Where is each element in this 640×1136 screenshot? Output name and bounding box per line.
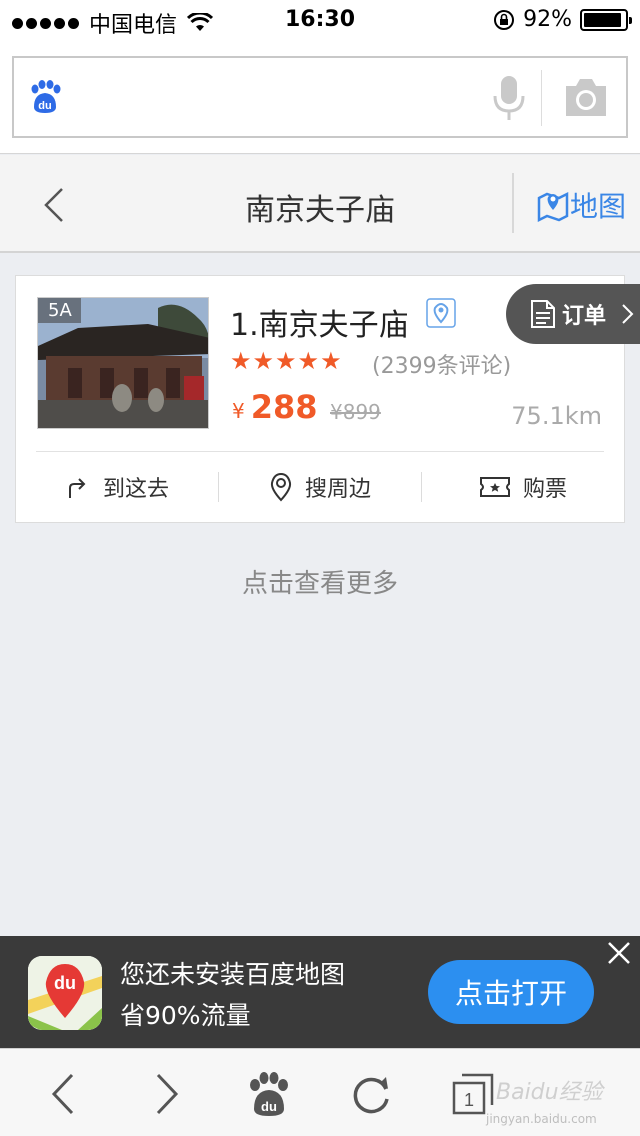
go-here-button[interactable]: 到这去 [16,452,218,522]
buy-ticket-button[interactable]: 购票 [422,452,624,522]
star-icon: ★ [275,347,297,375]
search-input[interactable] [74,76,474,118]
route-arrow-icon [68,478,86,498]
order-tab[interactable]: 订单 [506,284,640,344]
baidu-jingyan-watermark: Baidu经验 [496,1080,603,1105]
price-currency: ¥ [232,399,245,423]
app-icon-text: du [54,973,76,993]
baidu-home-icon[interactable]: du [246,1071,292,1117]
microphone-icon[interactable] [492,74,526,122]
search-divider [541,70,542,126]
title-divider [512,173,514,233]
battery-icon [580,8,632,31]
chevron-right-icon [622,304,634,324]
document-icon [531,300,555,328]
star-icon: ★ [297,347,320,375]
watermark-url: jingyan.baidu.com [486,1112,597,1126]
search-box[interactable]: du [12,56,628,138]
nav-forward-icon[interactable] [142,1071,188,1117]
banner-line2: 省90%流量 [120,1001,251,1030]
poi-actions: 到这去 搜周边 购票 [16,452,624,522]
svg-text:du: du [38,100,51,112]
map-label: 地图 [570,190,627,223]
banner-text: 您还未安装百度地图 省90%流量 [120,954,345,1036]
location-pin-icon [270,472,292,502]
battery-percent: 92% [523,7,572,32]
star-icon: ★ [320,347,342,375]
baidu-map-app-icon[interactable]: du [28,956,102,1030]
location-verified-icon [426,298,456,328]
refresh-icon[interactable] [348,1071,394,1117]
title-bar: 南京夫子庙 地图 [0,155,640,253]
search-nearby-label: 搜周边 [304,477,371,502]
baidu-paw-icon: du [31,80,61,113]
install-app-banner: du 您还未安装百度地图 省90%流量 点击打开 [0,936,640,1048]
order-label: 订单 [562,304,607,329]
star-icon: ★ [252,347,275,375]
rotation-lock-icon [494,9,515,30]
scenic-level-tag: 5A [38,298,81,323]
poi-thumbnail[interactable]: 5A [37,297,209,429]
review-count[interactable]: (2399条评论) [372,348,511,380]
status-bar: 中国电信 16:30 92% [0,0,640,40]
poi-name[interactable]: 1.南京夫子庙 [230,300,409,344]
open-app-button[interactable]: 点击打开 [428,960,594,1024]
price-value: 288 [250,388,318,426]
go-here-label: 到这去 [102,477,169,502]
close-banner-icon[interactable] [606,940,632,966]
tabs-count: 1 [464,1090,474,1110]
tabs-icon[interactable]: 1 [450,1071,496,1117]
search-nearby-button[interactable]: 搜周边 [219,452,421,522]
star-icon: ★ [230,347,252,375]
battery-fill [584,12,621,27]
svg-text:du: du [261,1099,277,1114]
distance: 75.1km [511,402,602,430]
nav-back-icon[interactable] [42,1071,88,1117]
price: ¥288 [232,388,318,426]
camera-icon[interactable] [564,76,608,118]
buy-ticket-label: 购票 [522,477,567,502]
rating-stars: ★ ★ ★ ★ ★ [230,347,342,375]
original-price: ¥899 [330,400,381,424]
map-app-logo-icon: du [28,956,102,1030]
status-right: 92% [493,7,632,32]
banner-line1: 您还未安装百度地图 [120,960,346,989]
ticket-icon [479,477,510,497]
load-more-link[interactable]: 点击查看更多 [0,563,640,600]
map-pin-icon [537,191,569,222]
map-button[interactable]: 地图 [536,185,626,225]
search-bar: du [0,40,640,154]
